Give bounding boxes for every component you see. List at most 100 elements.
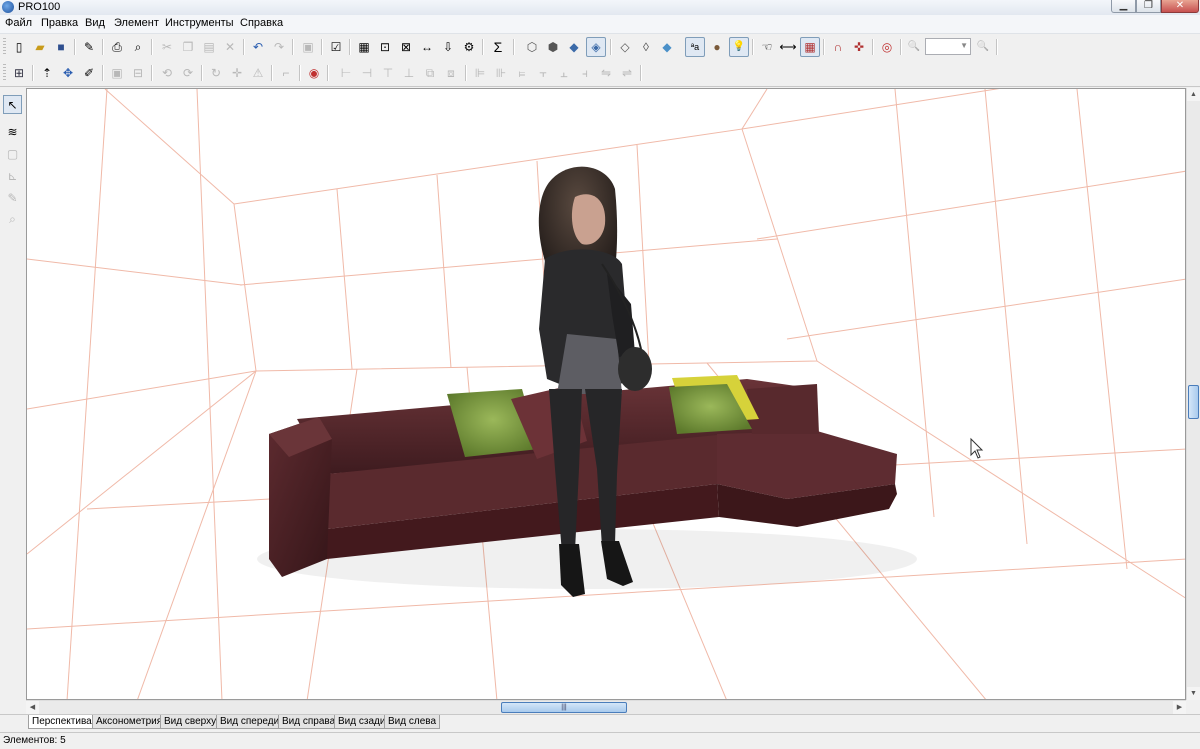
copy-button[interactable]: ❐ (178, 37, 198, 57)
menu-element[interactable]: Элемент (114, 17, 159, 29)
move-button[interactable]: ✥ (58, 63, 78, 83)
export-button[interactable]: ⇩ (438, 37, 458, 57)
stack-right-button[interactable]: ⫢ (512, 63, 532, 83)
group-button[interactable]: ▣ (298, 37, 318, 57)
checklist-button[interactable]: ☑ (326, 37, 346, 57)
menu-help[interactable]: Справка (240, 17, 283, 29)
close-button[interactable]: ✕ (1161, 0, 1199, 13)
menu-edit[interactable]: Правка (41, 17, 78, 29)
undo-button[interactable]: ↶ (248, 37, 268, 57)
distribute-button[interactable]: ⧉ (420, 63, 440, 83)
delete-button[interactable]: ✕ (220, 37, 240, 57)
print-preview-button[interactable]: ⌕ (128, 37, 148, 57)
horizontal-scroll-thumb[interactable]: ||| (501, 702, 627, 713)
scene-canvas[interactable] (27, 89, 1186, 700)
shaded-view-button[interactable]: ◆ (564, 37, 584, 57)
lifebuoy-button[interactable]: ◉ (304, 63, 324, 83)
paste-button[interactable]: ▤ (199, 37, 219, 57)
box-outline-button[interactable]: ◇ (615, 37, 635, 57)
rotate-button[interactable]: ↻ (206, 63, 226, 83)
zoom-tool-button[interactable]: ⌕ (3, 210, 22, 229)
zoom-out-button[interactable]: 🔍 (904, 37, 924, 57)
wireframe-view-button[interactable]: ⬡ (522, 37, 542, 57)
target-button[interactable]: ◎ (877, 37, 897, 57)
align-center-button[interactable]: ⊣ (357, 63, 377, 83)
stack-left-button[interactable]: ⊫ (470, 63, 490, 83)
tab-top-view[interactable]: Вид сверху (160, 715, 221, 729)
align-middle-button[interactable]: ⊥ (399, 63, 419, 83)
ruler-button[interactable]: ⟷ (778, 37, 798, 57)
zoom-doc-button[interactable]: ⊠ (396, 37, 416, 57)
search-doc-button[interactable]: ⊡ (375, 37, 395, 57)
zoom-combo[interactable]: ▼ (925, 38, 971, 55)
edit-shape-button[interactable]: ✐ (79, 63, 99, 83)
redo-button[interactable]: ↷ (269, 37, 289, 57)
vertical-scrollbar[interactable]: ▲ ▼ (1186, 88, 1200, 700)
print-button[interactable]: ⎙ (107, 37, 127, 57)
collision-button[interactable]: ✜ (849, 37, 869, 57)
measure-tool-button[interactable]: ⊾ (3, 166, 22, 185)
scroll-down-arrow-icon[interactable]: ▼ (1187, 687, 1200, 700)
align-left-button[interactable]: ⊢ (336, 63, 356, 83)
save-button[interactable]: ■ (51, 37, 71, 57)
3d-viewport[interactable] (26, 88, 1186, 700)
tab-left-view[interactable]: Вид слева (384, 715, 441, 729)
cross-move-button[interactable]: ✛ (227, 63, 247, 83)
tab-axonometry[interactable]: Аксонометрия (92, 715, 167, 729)
select-tool-button[interactable]: ↖ (3, 95, 22, 114)
cut-button[interactable]: ✂ (157, 37, 177, 57)
rotate-right-button[interactable]: ⟳ (178, 63, 198, 83)
grid-button[interactable]: ▦ (800, 37, 820, 57)
box-edges-button[interactable]: ◊ (636, 37, 656, 57)
sum-button[interactable]: Σ (488, 37, 508, 57)
stack-center-button[interactable]: ⊪ (491, 63, 511, 83)
hidden-lines-view-button[interactable]: ⬢ (543, 37, 563, 57)
open-button[interactable]: ▰ (30, 37, 50, 57)
menu-tools[interactable]: Инструменты (165, 17, 234, 29)
move-up-button[interactable]: ⇡ (37, 63, 57, 83)
tab-perspective[interactable]: Перспектива (28, 715, 96, 729)
horizontal-scrollbar[interactable]: ◀ ||| ▶ (26, 700, 1186, 715)
magnet-button[interactable]: ∩ (828, 37, 848, 57)
align-group-button[interactable]: ▣ (107, 63, 127, 83)
annotation-tool-button[interactable]: ✎ (3, 188, 22, 207)
menu-view[interactable]: Вид (85, 17, 105, 29)
walls-tool-button[interactable]: ≋ (3, 122, 22, 141)
stack-middle-button[interactable]: ⫞ (575, 63, 595, 83)
scroll-left-arrow-icon[interactable]: ◀ (26, 701, 39, 714)
box-tool-button[interactable]: ▢ (3, 144, 22, 163)
chevron-down-icon[interactable]: ▼ (960, 41, 968, 50)
warning-button[interactable]: ⚠ (248, 63, 268, 83)
stack-top-button[interactable]: ⫟ (533, 63, 553, 83)
tab-back-view[interactable]: Вид сзади (334, 715, 390, 729)
hand-pointer-button[interactable]: ☜ (757, 37, 777, 57)
new-file-button[interactable]: ▯ (9, 37, 29, 57)
align-top-button[interactable]: ⊤ (378, 63, 398, 83)
maximize-button[interactable]: ❐ (1136, 0, 1161, 13)
zoom-in-button[interactable]: 🔍 (973, 37, 993, 57)
menu-file[interactable]: Файл (5, 17, 32, 29)
toolbar-grip[interactable] (3, 64, 6, 82)
arrange-button[interactable]: ⧈ (441, 63, 461, 83)
select-all-button[interactable]: ⊞ (9, 63, 29, 83)
mirror-button[interactable]: ⇌ (617, 63, 637, 83)
text-labels-button[interactable]: ªa (685, 37, 705, 57)
light-button[interactable]: 💡 (729, 37, 749, 57)
minimize-button[interactable]: ▁ (1111, 0, 1136, 13)
scroll-up-arrow-icon[interactable]: ▲ (1187, 88, 1200, 101)
properties-button[interactable]: ✎ (79, 37, 99, 57)
tab-right-view[interactable]: Вид справа (278, 715, 340, 729)
sofa-model[interactable] (257, 375, 917, 589)
vertical-scroll-thumb[interactable] (1188, 385, 1199, 419)
settings-doc-button[interactable]: ⚙ (459, 37, 479, 57)
materials-button[interactable]: ● (707, 37, 727, 57)
tab-front-view[interactable]: Вид спереди (216, 715, 284, 729)
corner-button[interactable]: ⌐ (276, 63, 296, 83)
rotate-left-button[interactable]: ⟲ (157, 63, 177, 83)
ungroup-button[interactable]: ⊟ (128, 63, 148, 83)
flip-button[interactable]: ⇋ (596, 63, 616, 83)
dimension-button[interactable]: ↔ (417, 37, 437, 57)
textured-view-button[interactable]: ◈ (586, 37, 606, 57)
toolbar-grip[interactable] (3, 38, 6, 56)
stack-bottom-button[interactable]: ⫠ (554, 63, 574, 83)
